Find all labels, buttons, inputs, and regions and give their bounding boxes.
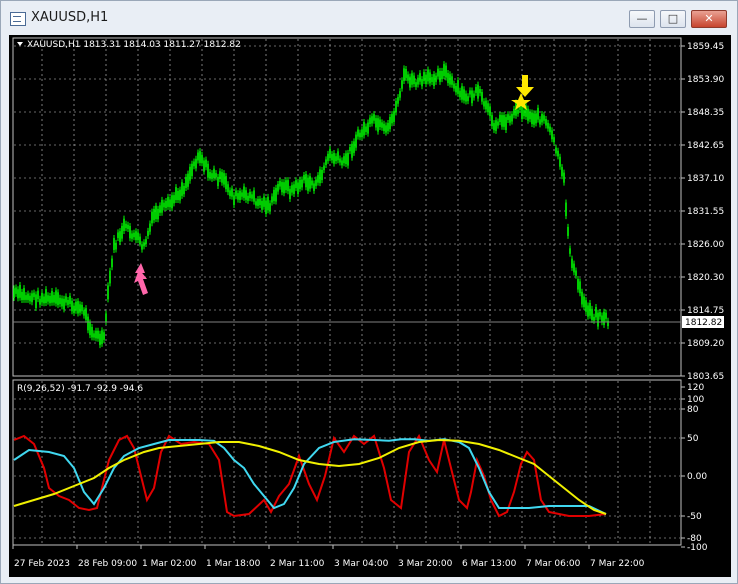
maximize-icon: □ (667, 12, 679, 25)
indicator-tick-label: -100 (687, 543, 708, 553)
indicator-tick-label: 50 (687, 434, 699, 444)
price-tick-label: 1803.65 (687, 372, 724, 382)
time-tick-label: 1 Mar 18:00 (206, 559, 261, 569)
price-tick-label: 1831.55 (687, 207, 724, 217)
buy-signal-arrow (134, 263, 148, 295)
time-tick-label: 28 Feb 09:00 (78, 559, 137, 569)
price-tick-label: 1814.75 (687, 306, 724, 316)
time-tick-label: 3 Mar 04:00 (334, 559, 389, 569)
indicator-header: R(9,26,52) -91.7 -92.9 -94.6 (17, 384, 143, 394)
window-title: XAUUSD,H1 (31, 10, 109, 25)
price-tick-label: 1820.30 (687, 273, 724, 283)
time-tick-label: 3 Mar 20:00 (398, 559, 453, 569)
price-axis[interactable]: 1859.45 1853.90 1848.35 1842.65 1837.10 1831.… (681, 42, 724, 382)
time-tick-label: 2 Mar 11:00 (270, 559, 325, 569)
indicator-tick-label: 100 (687, 395, 704, 405)
price-tick-label: 1837.10 (687, 174, 724, 184)
title-bar[interactable]: XAUUSD,H1 — □ ✕ (1, 1, 737, 35)
time-tick-label: 27 Feb 2023 (14, 559, 70, 569)
indicator-tick-label: -50 (687, 512, 702, 522)
indicator-axis[interactable]: 12010080500.00-50-80-100 (681, 383, 708, 553)
maximize-button[interactable]: □ (660, 10, 686, 28)
price-tick-label: 1809.20 (687, 339, 724, 349)
time-tick-label: 6 Mar 13:00 (462, 559, 517, 569)
collapse-triangle-icon[interactable] (17, 42, 23, 46)
indicator-pane[interactable] (12, 379, 682, 546)
time-tick-label: 7 Mar 22:00 (590, 559, 645, 569)
indicator-tick-label: 80 (687, 405, 699, 415)
price-tick-label: 1826.00 (687, 240, 724, 250)
minimize-button[interactable]: — (629, 10, 655, 28)
chart-window-icon (10, 12, 26, 26)
close-button[interactable]: ✕ (691, 10, 727, 28)
time-tick-label: 1 Mar 02:00 (142, 559, 197, 569)
price-tick-label: 1848.35 (687, 108, 724, 118)
close-icon: ✕ (704, 12, 714, 25)
price-tick-label: 1859.45 (687, 42, 724, 52)
price-header: XAUUSD,H1 1813.31 1814.03 1811.27 1812.8… (27, 40, 241, 50)
terminal-window: XAUUSD,H1 — □ ✕ XAUUSD,H1 1813.31 1814.0… (0, 0, 738, 584)
chart-area[interactable]: XAUUSD,H1 1813.31 1814.03 1811.27 1812.8… (9, 35, 731, 577)
indicator-tick-label: 0.00 (687, 472, 707, 482)
current-price-label: 1812.82 (685, 318, 722, 328)
indicator-tick-label: 120 (687, 383, 704, 393)
minimize-icon: — (636, 12, 648, 25)
chart-canvas[interactable]: XAUUSD,H1 1813.31 1814.03 1811.27 1812.8… (9, 35, 731, 577)
price-tick-label: 1842.65 (687, 141, 724, 151)
time-tick-label: 7 Mar 06:00 (526, 559, 581, 569)
sell-signal-arrow (511, 75, 534, 110)
time-axis[interactable]: 27 Feb 2023 28 Feb 09:00 1 Mar 02:00 1 Mar … (12, 545, 645, 569)
price-pane[interactable] (12, 37, 682, 377)
price-tick-label: 1853.90 (687, 75, 724, 85)
